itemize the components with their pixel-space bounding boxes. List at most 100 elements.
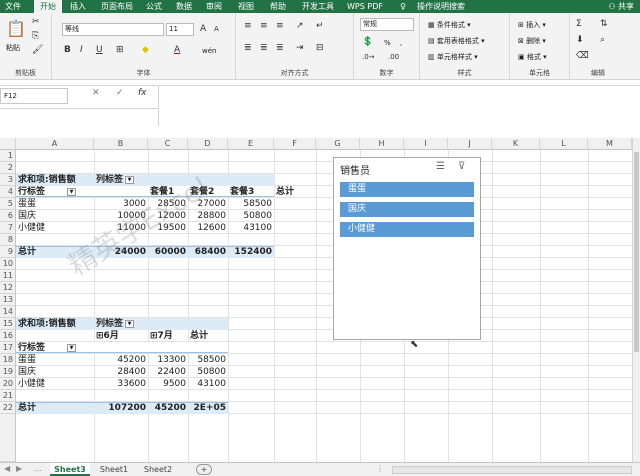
more-sheets-icon[interactable]: … [34, 464, 42, 473]
tab-help[interactable]: 帮助 [266, 0, 290, 13]
pivot2-col-head[interactable]: ⊞7月 [150, 330, 173, 342]
phonetic-button[interactable]: wén [202, 47, 216, 55]
select-all-corner[interactable] [0, 138, 16, 150]
row-header[interactable]: 18 [0, 354, 16, 366]
align-right-icon[interactable]: ≣ [276, 43, 284, 53]
font-name-select[interactable]: 等线 [62, 23, 164, 36]
multi-select-icon[interactable]: ☰ [436, 161, 445, 172]
col-header-d[interactable]: D [188, 138, 228, 150]
col-header-h[interactable]: H [360, 138, 404, 150]
pivot1-value-field[interactable]: 求和项:销售额 [18, 174, 76, 186]
clear-filter-icon[interactable]: ⊽ [458, 161, 465, 172]
copy-icon[interactable]: ⎘ [32, 31, 39, 41]
wrap-text-icon[interactable]: ↵ [316, 21, 324, 31]
shrink-font-icon[interactable]: A [214, 25, 219, 33]
row-header[interactable]: 12 [0, 282, 16, 294]
align-left-icon[interactable]: ≣ [244, 43, 252, 53]
pivot1-col-label[interactable]: 列标签 ▼ [96, 174, 135, 186]
pivot2-col-label[interactable]: 列标签 ▼ [96, 318, 135, 330]
align-middle-icon[interactable]: ≡ [260, 21, 268, 31]
row-header[interactable]: 10 [0, 258, 16, 270]
conditional-formatting-button[interactable]: ▦ 条件格式 ▾ [428, 20, 471, 30]
tab-home[interactable]: 开始 [34, 0, 62, 13]
sheet-tab[interactable]: Sheet2 [138, 463, 178, 476]
tab-view[interactable]: 视图 [234, 0, 258, 13]
align-bottom-icon[interactable]: ≡ [276, 21, 284, 31]
align-center-icon[interactable]: ≣ [260, 43, 268, 53]
col-header-b[interactable]: B [94, 138, 148, 150]
row-header[interactable]: 13 [0, 294, 16, 306]
row-header[interactable]: 9 [0, 246, 16, 258]
percent-button[interactable]: % [384, 39, 391, 47]
row-header[interactable]: 11 [0, 270, 16, 282]
col-header-g[interactable]: G [316, 138, 360, 150]
increase-decimal-icon[interactable]: .0→ [362, 53, 375, 61]
decrease-decimal-icon[interactable]: .00 [388, 53, 399, 61]
number-format-select[interactable]: 常规 [360, 18, 414, 31]
slicer-item[interactable]: 蛋蛋 [340, 182, 474, 197]
border-icon[interactable]: ⊞ [116, 45, 124, 55]
filter-dropdown-icon[interactable]: ▼ [67, 343, 77, 352]
slicer-item[interactable]: 小健健 [340, 222, 474, 237]
tab-review[interactable]: 审阅 [202, 0, 226, 13]
format-cells-button[interactable]: ▣ 格式 ▾ [518, 52, 547, 62]
currency-icon[interactable]: 💲 [362, 37, 373, 47]
slicer-item[interactable]: 国庆 [340, 202, 474, 217]
underline-button[interactable]: U [96, 45, 103, 55]
autosum-button[interactable]: Σ [576, 19, 582, 29]
col-header-m[interactable]: M [588, 138, 632, 150]
pivot2-value-field[interactable]: 求和项:销售额 [18, 318, 76, 330]
font-color-button[interactable]: A [174, 45, 180, 55]
scrollbar-thumb[interactable] [634, 152, 639, 352]
confirm-icon[interactable]: ✓ [116, 88, 124, 98]
col-header-a[interactable]: A [16, 138, 94, 150]
row-header[interactable]: 2 [0, 162, 16, 174]
add-sheet-button[interactable]: + [196, 464, 212, 475]
filter-dropdown-icon[interactable]: ▼ [125, 175, 135, 184]
pivot1-row-label[interactable]: 行标签 ▼ [18, 186, 77, 198]
tab-insert[interactable]: 插入 [66, 0, 90, 13]
cut-icon[interactable]: ✂ [32, 17, 40, 27]
row-header[interactable]: 21 [0, 390, 16, 402]
row-header[interactable]: 3 [0, 174, 16, 186]
prev-sheet-icon[interactable]: ◀ [4, 464, 10, 473]
row-header[interactable]: 19 [0, 366, 16, 378]
col-header-f[interactable]: F [274, 138, 316, 150]
delete-cells-button[interactable]: ⊠ 删除 ▾ [518, 36, 546, 46]
row-header[interactable]: 20 [0, 378, 16, 390]
cell-styles-button[interactable]: ▥ 单元格样式 ▾ [428, 52, 478, 62]
tell-me-search[interactable]: 操作说明搜索 [412, 0, 470, 13]
tab-wps-pdf[interactable]: WPS PDF [344, 0, 386, 13]
col-header-i[interactable]: I [404, 138, 448, 150]
col-header-e[interactable]: E [228, 138, 274, 150]
format-painter-icon[interactable]: 🖌 [32, 45, 43, 55]
row-header[interactable]: 7 [0, 222, 16, 234]
font-size-select[interactable]: 11 [166, 23, 194, 36]
share-button[interactable]: ⚇ 共享 [608, 0, 634, 13]
pivot2-col-head[interactable]: ⊞6月 [96, 330, 119, 342]
next-sheet-icon[interactable]: ▶ [16, 464, 22, 473]
tab-page-layout[interactable]: 页面布局 [96, 0, 138, 13]
filter-dropdown-icon[interactable]: ▼ [67, 187, 77, 196]
name-box[interactable]: F12 [0, 88, 68, 104]
orientation-icon[interactable]: ↗ [296, 21, 304, 31]
filter-dropdown-icon[interactable]: ▼ [125, 319, 135, 328]
col-header-k[interactable]: K [492, 138, 540, 150]
grow-font-icon[interactable]: A [200, 24, 206, 34]
row-header[interactable]: 16 [0, 330, 16, 342]
tab-developer[interactable]: 开发工具 [296, 0, 340, 13]
paste-button[interactable]: 粘贴 [6, 43, 20, 53]
indent-icon[interactable]: ⇥ [296, 43, 304, 53]
merge-center-icon[interactable]: ⊟ [316, 43, 324, 53]
sort-filter-icon[interactable]: ⇅ [600, 19, 608, 29]
find-select-icon[interactable]: ⌕ [600, 35, 605, 45]
insert-cells-button[interactable]: ⊞ 插入 ▾ [518, 20, 546, 30]
row-header[interactable]: 6 [0, 210, 16, 222]
col-header-j[interactable]: J [448, 138, 492, 150]
tab-file[interactable]: 文件 [2, 0, 24, 13]
fill-icon[interactable]: ⬇ [576, 35, 584, 45]
row-header[interactable]: 22 [0, 402, 16, 414]
col-header-c[interactable]: C [148, 138, 188, 150]
tab-data[interactable]: 数据 [172, 0, 196, 13]
vertical-scrollbar[interactable] [632, 138, 640, 462]
